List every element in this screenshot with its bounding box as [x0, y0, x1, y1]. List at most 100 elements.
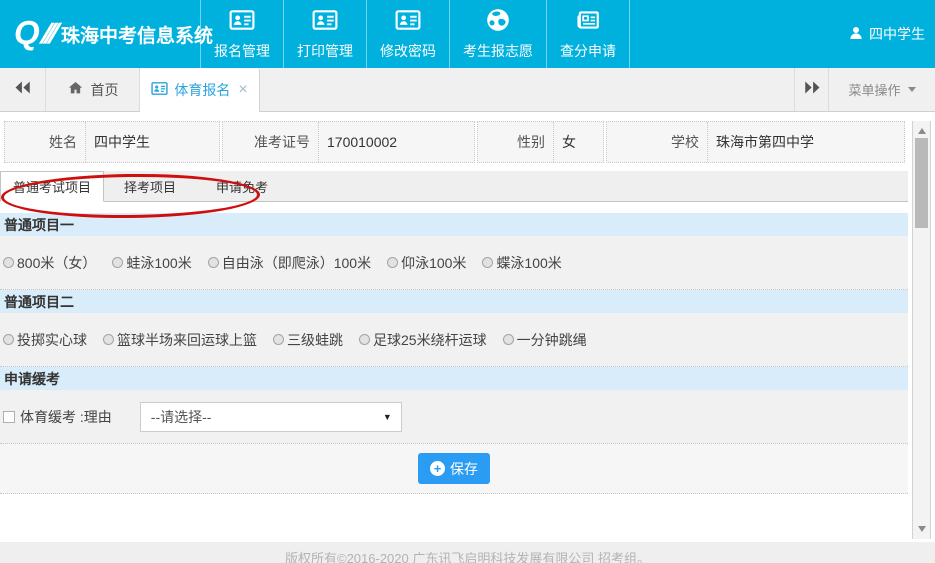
- app-header: Q/// 珠海中考信息系统 报名管理 打印管理 修改密码 考生报志愿 查: [0, 0, 935, 68]
- tab-normal-exam-items[interactable]: 普通考试项目: [0, 171, 104, 202]
- radio-label: 仰泳100米: [401, 253, 466, 273]
- radio-icon[interactable]: [208, 257, 219, 268]
- radio-icon[interactable]: [482, 257, 493, 268]
- radio-label: 蛙泳100米: [126, 253, 191, 273]
- field-gender: 性别 女: [477, 121, 604, 163]
- tab-exemption-application[interactable]: 申请免考: [196, 171, 288, 201]
- radio-option-football-dribble[interactable]: 足球25米绕杆运球: [359, 330, 487, 350]
- nav-label: 报名管理: [214, 41, 270, 61]
- radio-icon[interactable]: [273, 334, 284, 345]
- radio-icon[interactable]: [503, 334, 514, 345]
- radio-icon[interactable]: [359, 334, 370, 345]
- copyright-text: 版权所有©2016-2020 广东讯飞启明科技发展有限公司 招考组。: [285, 548, 650, 563]
- scrollbar-down-arrow[interactable]: [913, 521, 930, 537]
- section-normal-item-2-title: 普通项目二: [0, 290, 908, 313]
- tab-home-label: 首页: [91, 80, 119, 100]
- deferral-reason-select[interactable]: --请选择-- ▼: [140, 402, 402, 432]
- exam-category-tabs: 普通考试项目 择考项目 申请免考: [0, 171, 908, 202]
- nav-label: 修改密码: [380, 41, 436, 61]
- radio-option-rope-skipping[interactable]: 一分钟跳绳: [503, 330, 587, 350]
- radio-icon[interactable]: [112, 257, 123, 268]
- idcard-icon: [151, 80, 168, 100]
- radio-icon[interactable]: [3, 257, 14, 268]
- field-school: 学校 珠海市第四中学: [606, 121, 905, 163]
- radio-option-butterfly-100m[interactable]: 蝶泳100米: [482, 253, 561, 273]
- scroll-tabs-left-button[interactable]: [0, 68, 46, 111]
- globe-icon: [485, 7, 511, 36]
- radio-option-solid-ball[interactable]: 投掷实心球: [3, 330, 87, 350]
- field-name: 姓名 四中学生: [4, 121, 220, 163]
- nav-item-score-inquiry[interactable]: 查分申请: [546, 0, 630, 68]
- exam-form: 普通项目一 800米（女） 蛙泳100米 自由泳（即爬泳）100米 仰泳100米…: [0, 213, 908, 494]
- vertical-scrollbar[interactable]: [912, 121, 931, 539]
- radio-option-breaststroke-100m[interactable]: 蛙泳100米: [112, 253, 191, 273]
- nav-item-candidate-preference[interactable]: 考生报志愿: [449, 0, 546, 68]
- nav-label: 查分申请: [560, 41, 616, 61]
- field-name-label: 姓名: [5, 122, 85, 162]
- triangle-down-icon: [918, 526, 926, 532]
- field-school-label: 学校: [607, 122, 707, 162]
- save-button[interactable]: + 保存: [418, 453, 490, 484]
- double-left-arrow-icon: [14, 80, 32, 100]
- window-tabbar: 首页 体育报名 × 菜单操作: [0, 68, 935, 112]
- radio-option-800m[interactable]: 800米（女）: [3, 253, 96, 273]
- radio-label: 蝶泳100米: [496, 253, 561, 273]
- field-exam-number-label: 准考证号: [223, 122, 318, 162]
- tab-optional-items[interactable]: 择考项目: [104, 171, 196, 201]
- field-gender-label: 性别: [478, 122, 553, 162]
- radio-option-freestyle-100m[interactable]: 自由泳（即爬泳）100米: [208, 253, 371, 273]
- menu-actions-dropdown[interactable]: 菜单操作: [828, 68, 935, 111]
- deferral-reason-selected-value: --请选择--: [151, 407, 212, 427]
- double-right-arrow-icon: [803, 80, 821, 100]
- radio-icon[interactable]: [387, 257, 398, 268]
- page: Q/// 珠海中考信息系统 报名管理 打印管理 修改密码 考生报志愿 查: [0, 0, 935, 563]
- deferral-checkbox-label: 体育缓考 :理由: [20, 407, 112, 427]
- tab-sports-registration[interactable]: 体育报名 ×: [140, 68, 260, 112]
- checkbox-icon[interactable]: [3, 411, 15, 423]
- user-icon: [848, 25, 864, 44]
- normal-item-1-options: 800米（女） 蛙泳100米 自由泳（即爬泳）100米 仰泳100米 蝶泳100…: [0, 236, 908, 290]
- news-icon: [575, 7, 601, 36]
- scrollbar-up-arrow[interactable]: [913, 123, 930, 139]
- nav-item-print-management[interactable]: 打印管理: [283, 0, 366, 68]
- main-panel: 姓名 四中学生 准考证号 170010002 性别 女 学校 珠海市第四中学 普…: [0, 121, 935, 539]
- nav-item-enroll-management[interactable]: 报名管理: [200, 0, 283, 68]
- logo: Q/// 珠海中考信息系统: [0, 0, 200, 68]
- radio-label: 三级蛙跳: [287, 330, 343, 350]
- header-nav: 报名管理 打印管理 修改密码 考生报志愿 查分申请: [200, 0, 630, 68]
- save-button-label: 保存: [450, 459, 478, 479]
- nav-item-change-password[interactable]: 修改密码: [366, 0, 449, 68]
- idcard-icon: [229, 7, 255, 36]
- scrollbar-thumb[interactable]: [915, 138, 928, 228]
- idcard-icon: [312, 7, 338, 36]
- radio-icon[interactable]: [103, 334, 114, 345]
- nav-label: 考生报志愿: [463, 41, 533, 61]
- radio-option-backstroke-100m[interactable]: 仰泳100米: [387, 253, 466, 273]
- radio-label: 800米（女）: [17, 253, 96, 273]
- radio-icon[interactable]: [3, 334, 14, 345]
- tabbar-spacer: [260, 68, 794, 111]
- field-name-value: 四中学生: [85, 122, 219, 162]
- field-exam-number-value: 170010002: [318, 122, 474, 162]
- radio-label: 投掷实心球: [17, 330, 87, 350]
- menu-actions-label: 菜单操作: [848, 80, 900, 99]
- current-user[interactable]: 四中学生: [848, 0, 935, 68]
- logo-icon: Q///: [14, 14, 53, 54]
- radio-label: 自由泳（即爬泳）100米: [222, 253, 371, 273]
- field-exam-number: 准考证号 170010002: [222, 121, 475, 163]
- tab-home[interactable]: 首页: [46, 68, 140, 111]
- scroll-tabs-right-button[interactable]: [794, 68, 828, 111]
- radio-option-basketball-layup[interactable]: 篮球半场来回运球上篮: [103, 330, 257, 350]
- radio-option-triple-jump[interactable]: 三级蛙跳: [273, 330, 343, 350]
- radio-label: 一分钟跳绳: [517, 330, 587, 350]
- home-icon: [67, 80, 84, 99]
- select-arrow-icon: ▼: [383, 412, 392, 422]
- save-row: + 保存: [0, 444, 908, 494]
- plus-icon: +: [430, 461, 445, 476]
- footer: 版权所有©2016-2020 广东讯飞启明科技发展有限公司 招考组。: [0, 542, 935, 563]
- idcard-icon: [395, 7, 421, 36]
- deferral-checkbox-option[interactable]: 体育缓考 :理由: [3, 407, 118, 427]
- triangle-up-icon: [918, 128, 926, 134]
- close-icon[interactable]: ×: [238, 81, 247, 99]
- nav-label: 打印管理: [297, 41, 353, 61]
